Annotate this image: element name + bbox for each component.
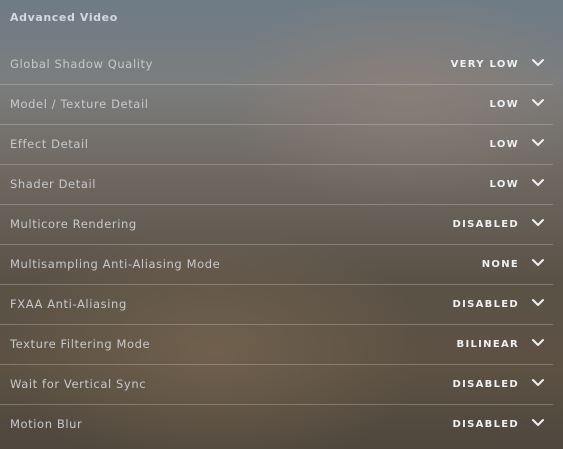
- setting-row-vertical-sync[interactable]: Wait for Vertical Sync DISABLED: [0, 365, 563, 405]
- chevron-down-icon[interactable]: [531, 337, 545, 349]
- chevron-down-icon[interactable]: [531, 417, 545, 429]
- setting-value-dropdown[interactable]: LOW: [490, 179, 519, 190]
- setting-label: Model / Texture Detail: [10, 97, 149, 111]
- setting-label: Wait for Vertical Sync: [10, 377, 147, 391]
- chevron-down-icon[interactable]: [531, 377, 545, 389]
- setting-value-dropdown[interactable]: NONE: [482, 259, 519, 270]
- setting-row-fxaa[interactable]: FXAA Anti-Aliasing DISABLED: [0, 285, 563, 325]
- chevron-down-icon[interactable]: [531, 57, 545, 69]
- setting-row-effect-detail[interactable]: Effect Detail LOW: [0, 125, 563, 165]
- setting-label: Texture Filtering Mode: [10, 337, 151, 351]
- setting-label: FXAA Anti-Aliasing: [10, 297, 127, 311]
- setting-value-dropdown[interactable]: VERY LOW: [451, 59, 519, 70]
- setting-label: Motion Blur: [10, 417, 83, 431]
- setting-label: Multisampling Anti-Aliasing Mode: [10, 257, 221, 271]
- chevron-down-icon[interactable]: [531, 97, 545, 109]
- setting-label: Effect Detail: [10, 137, 89, 151]
- setting-value-dropdown[interactable]: DISABLED: [453, 219, 520, 230]
- chevron-down-icon[interactable]: [531, 177, 545, 189]
- setting-label: Multicore Rendering: [10, 217, 137, 231]
- section-title: Advanced Video: [10, 11, 118, 24]
- setting-row-texture-filtering[interactable]: Texture Filtering Mode BILINEAR: [0, 325, 563, 365]
- advanced-video-panel: Advanced Video Global Shadow Quality VER…: [0, 0, 563, 449]
- setting-row-global-shadow-quality[interactable]: Global Shadow Quality VERY LOW: [0, 45, 563, 85]
- settings-list: Global Shadow Quality VERY LOW Model / T…: [0, 45, 563, 445]
- setting-row-multicore-rendering[interactable]: Multicore Rendering DISABLED: [0, 205, 563, 245]
- setting-row-msaa-mode[interactable]: Multisampling Anti-Aliasing Mode NONE: [0, 245, 563, 285]
- setting-value-dropdown[interactable]: BILINEAR: [457, 339, 519, 350]
- setting-value-dropdown[interactable]: LOW: [490, 139, 519, 150]
- chevron-down-icon[interactable]: [531, 257, 545, 269]
- setting-value-dropdown[interactable]: DISABLED: [453, 299, 520, 310]
- setting-row-model-texture-detail[interactable]: Model / Texture Detail LOW: [0, 85, 563, 125]
- chevron-down-icon[interactable]: [531, 217, 545, 229]
- chevron-down-icon[interactable]: [531, 297, 545, 309]
- setting-value-dropdown[interactable]: LOW: [490, 99, 519, 110]
- setting-value-dropdown[interactable]: DISABLED: [453, 419, 520, 430]
- setting-value-dropdown[interactable]: DISABLED: [453, 379, 520, 390]
- setting-row-motion-blur[interactable]: Motion Blur DISABLED: [0, 405, 563, 445]
- chevron-down-icon[interactable]: [531, 137, 545, 149]
- setting-label: Shader Detail: [10, 177, 97, 191]
- setting-label: Global Shadow Quality: [10, 57, 154, 71]
- setting-row-shader-detail[interactable]: Shader Detail LOW: [0, 165, 563, 205]
